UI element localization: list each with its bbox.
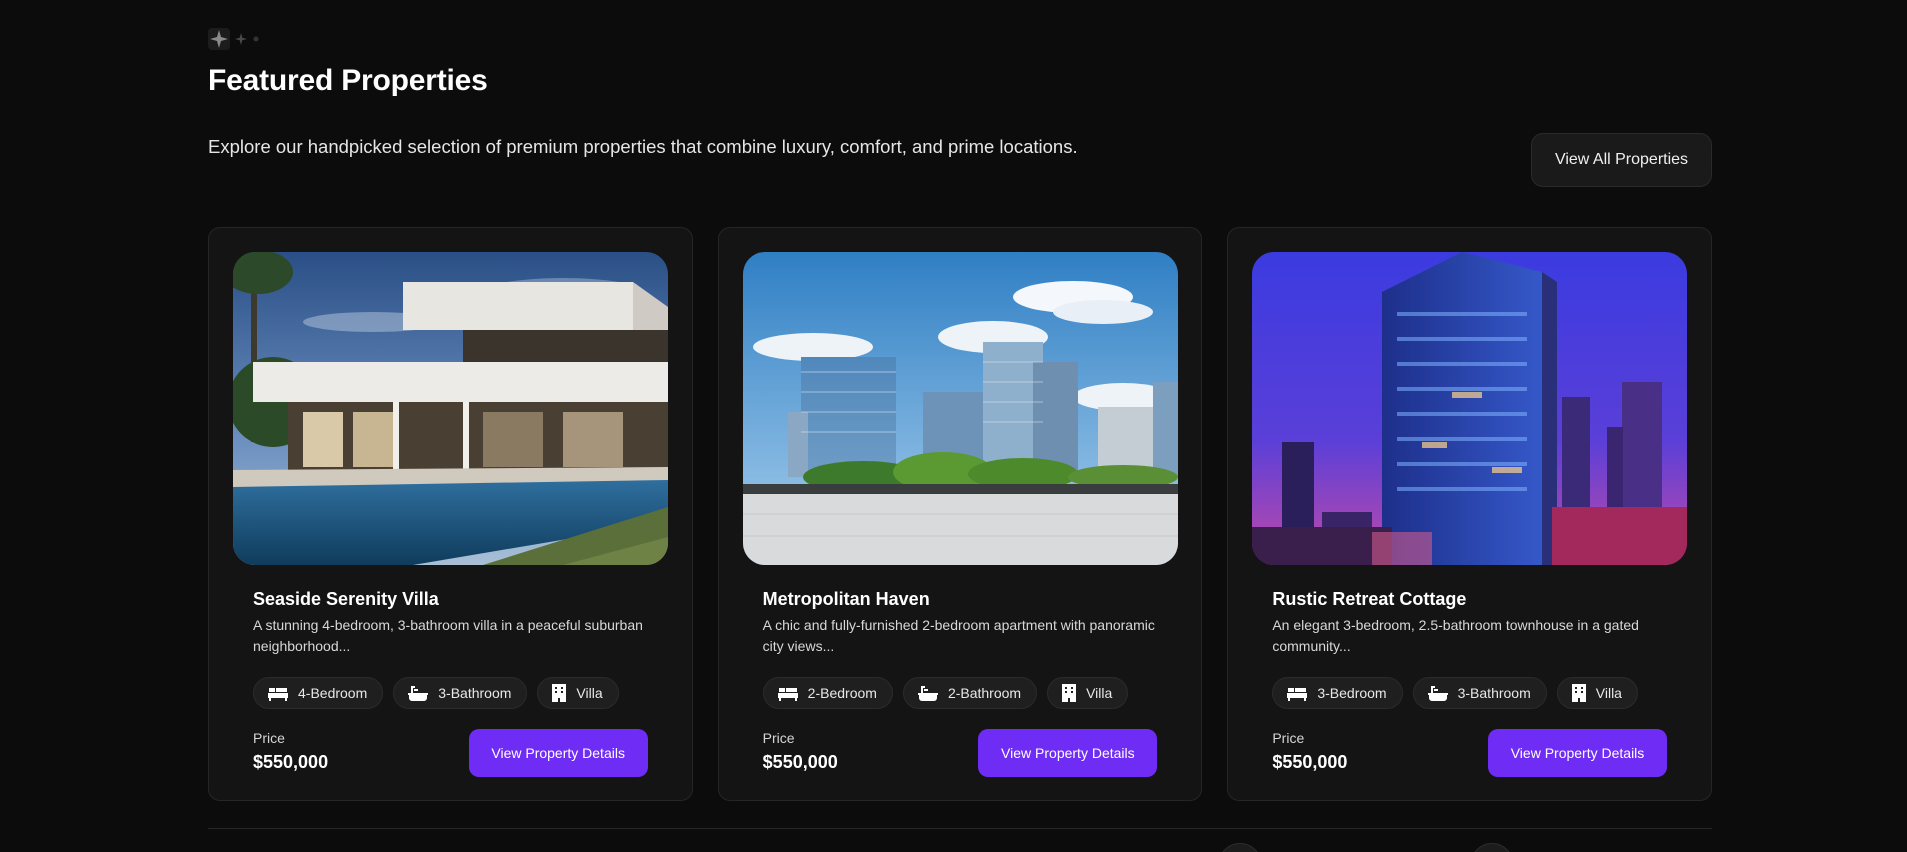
bedroom-label: 3-Bedroom bbox=[1317, 685, 1387, 701]
pagination-prev-button[interactable] bbox=[1218, 843, 1262, 852]
view-all-properties-button[interactable]: View All Properties bbox=[1531, 133, 1712, 187]
price-label: Price bbox=[762, 730, 795, 746]
type-chip: Villa bbox=[1047, 677, 1129, 709]
building-icon bbox=[1062, 684, 1077, 702]
property-card: Rustic Retreat Cottage An elegant 3-bedr… bbox=[1227, 227, 1713, 801]
bedroom-label: 4-Bedroom bbox=[298, 685, 368, 701]
section-divider bbox=[208, 828, 1712, 829]
property-features: 4-Bedroom 3-Bathroom Villa bbox=[253, 677, 619, 709]
type-label: Villa bbox=[1595, 685, 1622, 701]
featured-properties-section: Featured Properties Explore our handpick… bbox=[208, 0, 1713, 852]
type-chip: Villa bbox=[537, 677, 619, 709]
price-label: Price bbox=[1272, 730, 1305, 746]
bathroom-chip: 3-Bathroom bbox=[1412, 677, 1547, 709]
bathroom-chip: 3-Bathroom bbox=[393, 677, 528, 709]
bathtub-icon bbox=[408, 686, 429, 701]
property-title: Metropolitan Haven bbox=[762, 589, 930, 609]
property-image-city[interactable] bbox=[742, 252, 1178, 565]
property-card: Seaside Serenity Villa A stunning 4-bedr… bbox=[208, 227, 693, 801]
property-title: Rustic Retreat Cottage bbox=[1272, 589, 1467, 609]
bedroom-chip: 3-Bedroom bbox=[1272, 677, 1403, 709]
sparkle-decoration bbox=[208, 28, 260, 50]
building-icon bbox=[1571, 684, 1586, 702]
price-value: $550,000 bbox=[253, 752, 329, 772]
property-card-list: Seaside Serenity Villa A stunning 4-bedr… bbox=[208, 227, 1713, 801]
property-image-skyscraper[interactable] bbox=[1252, 252, 1688, 565]
section-title: Featured Properties bbox=[208, 64, 488, 97]
building-icon bbox=[552, 684, 567, 702]
price-value: $550,000 bbox=[762, 752, 838, 772]
bathtub-icon bbox=[1427, 686, 1448, 701]
bathroom-label: 3-Bathroom bbox=[438, 685, 512, 701]
view-property-details-button[interactable]: View Property Details bbox=[978, 729, 1158, 777]
section-subtitle: Explore our handpicked selection of prem… bbox=[208, 136, 1078, 157]
property-features: 3-Bedroom 3-Bathroom Villa bbox=[1272, 677, 1638, 709]
bedroom-chip: 4-Bedroom bbox=[253, 677, 384, 709]
bed-icon bbox=[777, 688, 798, 701]
type-label: Villa bbox=[576, 685, 603, 701]
bathtub-icon bbox=[917, 686, 938, 701]
price-label: Price bbox=[253, 730, 285, 746]
pagination-next-button[interactable] bbox=[1470, 843, 1514, 852]
type-chip: Villa bbox=[1556, 677, 1638, 709]
view-property-details-button[interactable]: View Property Details bbox=[1488, 729, 1668, 777]
bed-icon bbox=[268, 688, 288, 701]
property-description: A chic and fully-furnished 2-bedroom apa… bbox=[762, 617, 1155, 654]
sparkle-icon bbox=[253, 36, 259, 42]
bed-icon bbox=[1287, 688, 1308, 701]
price-value: $550,000 bbox=[1272, 752, 1348, 772]
property-card: Metropolitan Haven A chic and fully-furn… bbox=[717, 227, 1203, 801]
bathroom-chip: 2-Bathroom bbox=[902, 677, 1038, 709]
property-description: An elegant 3-bedroom, 2.5-bathroom townh… bbox=[1272, 617, 1639, 654]
sparkle-icon bbox=[208, 28, 230, 50]
view-property-details-button[interactable]: View Property Details bbox=[468, 729, 648, 777]
bedroom-label: 2-Bedroom bbox=[807, 685, 877, 701]
property-features: 2-Bedroom 2-Bathroom Villa bbox=[762, 677, 1129, 709]
bathroom-label: 3-Bathroom bbox=[1457, 685, 1531, 701]
type-label: Villa bbox=[1086, 685, 1113, 701]
bathroom-label: 2-Bathroom bbox=[947, 685, 1022, 701]
sparkle-icon bbox=[235, 33, 247, 45]
property-description: A stunning 4-bedroom, 3-bathroom villa i… bbox=[253, 617, 643, 654]
property-image-villa[interactable] bbox=[233, 252, 668, 565]
property-title: Seaside Serenity Villa bbox=[253, 589, 439, 609]
bedroom-chip: 2-Bedroom bbox=[762, 677, 893, 709]
